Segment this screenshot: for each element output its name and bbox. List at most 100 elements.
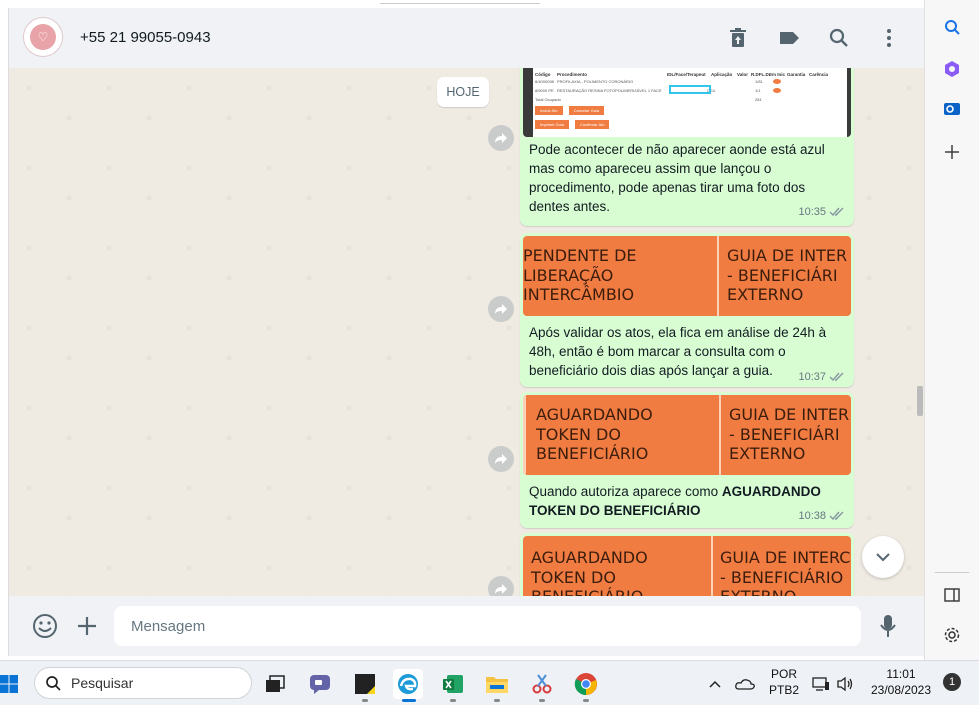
- clock[interactable]: 11:01 23/08/2023: [862, 667, 940, 697]
- avatar-logo-icon: ♡: [30, 24, 56, 50]
- status-dot: [773, 88, 781, 93]
- browser-tab-edge: [380, 0, 540, 4]
- chat-area[interactable]: HOJE Código Procedimento IDL/Face/Terape…: [8, 68, 924, 596]
- message-input[interactable]: Mensagem: [114, 606, 861, 646]
- windows-start-icon[interactable]: [0, 669, 24, 699]
- table-total-row: Total Ocupado 281: [535, 97, 835, 102]
- copilot-icon[interactable]: [941, 58, 963, 80]
- browser-top-strip: [0, 0, 924, 8]
- message-time: 10:38: [798, 510, 826, 522]
- message-image[interactable]: Código Procedimento IDL/Face/Terapeut Ap…: [523, 68, 851, 137]
- running-indicator: [583, 699, 589, 702]
- screenshot-buttons: Incluir Ato Cancelar Guia: [535, 106, 605, 115]
- message-caption: Após validar os atos, ela fica em anális…: [529, 325, 827, 378]
- table-header-cell: Procedimento: [557, 72, 588, 77]
- search-icon[interactable]: [941, 16, 963, 38]
- label-icon[interactable]: [776, 25, 802, 51]
- screenshot-button: Incluir Ato: [535, 106, 563, 115]
- forward-icon[interactable]: [488, 576, 514, 596]
- forward-icon[interactable]: [488, 125, 514, 151]
- message-caption: Quando autoriza aparece como AGUARDANDO …: [529, 482, 841, 520]
- active-indicator: [402, 699, 416, 702]
- message-image[interactable]: AGUARDANDO TOKEN DO BENEFICIÁRIO GUIA DE…: [523, 536, 851, 596]
- onedrive-icon[interactable]: [730, 669, 760, 699]
- forward-icon[interactable]: [488, 296, 514, 322]
- message-meta: 10:35: [798, 206, 845, 218]
- status-image: AGUARDANDO TOKEN DO BENEFICIÁRIO GUIA DE…: [523, 536, 851, 596]
- edge-icon[interactable]: [393, 669, 423, 699]
- status-column-2: GUIA DE INTER - BENEFICIÁRI EXTERNO: [729, 405, 850, 463]
- chat-header: ♡ +55 21 99055-0943: [8, 8, 924, 68]
- task-view-icon[interactable]: [260, 669, 290, 699]
- language-top: POR: [770, 667, 797, 681]
- search-icon: [46, 676, 61, 691]
- menu-icon[interactable]: [876, 25, 902, 51]
- mic-icon[interactable]: [875, 612, 901, 640]
- screenshot-table-header: Código Procedimento IDL/Face/Terapeut Ap…: [535, 72, 835, 77]
- table-row: 8/4000098 PROFILAXIA - POLIMENTO CORONÁR…: [535, 79, 835, 84]
- taskbar: Pesquisar POR PTB2 11:01 23/08/2023 1: [0, 660, 979, 705]
- status-column-1: PENDENTE DE LIBERAÇÃO INTERCÂMBIO: [523, 246, 637, 304]
- message-bubble[interactable]: AGUARDANDO TOKEN DO BENEFICIÁRIO GUIA DE…: [520, 533, 854, 596]
- day-chip: HOJE: [437, 77, 489, 107]
- message-time: 10:37: [798, 371, 826, 383]
- message-bubble[interactable]: AGUARDANDO TOKEN DO BENEFICIÁRIO GUIA DE…: [520, 392, 854, 528]
- search-icon[interactable]: [826, 25, 852, 51]
- emoji-icon[interactable]: [31, 612, 59, 640]
- clock-time: 11:01: [886, 667, 916, 681]
- snipping-tool-icon[interactable]: [527, 669, 557, 699]
- table-header-cell: Aplicação: [711, 72, 733, 77]
- double-check-icon: [829, 207, 844, 217]
- status-column-1: AGUARDANDO TOKEN DO BENEFICIÁRIO: [531, 548, 648, 596]
- status-image: PENDENTE DE LIBERAÇÃO INTERCÂMBIO GUIA D…: [523, 236, 851, 316]
- excel-icon[interactable]: [438, 669, 468, 699]
- table-cell: 1/81: [755, 79, 763, 84]
- sticky-notes-icon[interactable]: [350, 669, 380, 699]
- table-cell: 1/1: [755, 88, 761, 93]
- table-header-cell: Garantia: [787, 72, 806, 77]
- plus-icon[interactable]: [73, 612, 101, 640]
- chrome-icon[interactable]: [571, 669, 601, 699]
- plus-icon[interactable]: [941, 141, 963, 163]
- highlight-box: [669, 85, 711, 94]
- chevron-down-icon: [876, 553, 890, 562]
- scroll-to-bottom-button[interactable]: [862, 536, 904, 578]
- volume-icon[interactable]: [830, 669, 860, 699]
- message-bubble[interactable]: PENDENTE DE LIBERAÇÃO INTERCÂMBIO GUIA D…: [520, 233, 854, 387]
- double-check-icon: [829, 372, 844, 382]
- status-column-1: AGUARDANDO TOKEN DO BENEFICIÁRIO: [536, 405, 653, 463]
- table-header-cell: Valor: [737, 72, 749, 77]
- status-image: AGUARDANDO TOKEN DO BENEFICIÁRIO GUIA DE…: [523, 395, 851, 475]
- gear-icon[interactable]: [941, 624, 963, 646]
- message-image[interactable]: PENDENTE DE LIBERAÇÃO INTERCÂMBIO GUIA D…: [523, 236, 851, 316]
- split-screen-icon[interactable]: [941, 584, 963, 606]
- table-cell: 8/4000098: [535, 79, 554, 84]
- message-bubble[interactable]: Código Procedimento IDL/Face/Terapeut Ap…: [520, 68, 854, 226]
- clock-date: 23/08/2023: [870, 683, 932, 697]
- screenshot-button: Imprimir Guia: [535, 120, 570, 129]
- table-total-value: 281: [755, 97, 762, 102]
- contact-avatar[interactable]: ♡: [23, 17, 63, 57]
- taskbar-search[interactable]: Pesquisar: [34, 667, 252, 699]
- chevron-up-icon[interactable]: [700, 669, 730, 699]
- forward-icon[interactable]: [488, 446, 514, 472]
- running-indicator: [362, 699, 368, 702]
- teams-chat-icon[interactable]: [305, 669, 335, 699]
- column-divider: [719, 395, 721, 475]
- running-indicator: [450, 699, 456, 702]
- contact-name[interactable]: +55 21 99055-0943: [80, 29, 211, 46]
- message-image[interactable]: AGUARDANDO TOKEN DO BENEFICIÁRIO GUIA DE…: [523, 395, 851, 475]
- message-time: 10:35: [798, 206, 826, 218]
- status-column-2: GUIA DE INTER - BENEFICIÁRI EXTERNO: [727, 246, 848, 304]
- screenshot-button: Confirmar Ato: [575, 120, 610, 129]
- table-cell: CEU: [707, 88, 716, 93]
- scrollbar[interactable]: [917, 386, 923, 416]
- notification-badge[interactable]: 1: [943, 673, 961, 691]
- status-column-2: GUIA DE INTERC - BENEFICIÁRIO EXTERNO: [720, 548, 851, 596]
- table-total-label: Total Ocupado: [535, 97, 561, 102]
- delete-icon[interactable]: [725, 25, 751, 51]
- table-cell: PROFILAXIA - POLIMENTO CORONÁRIO: [557, 79, 634, 84]
- file-explorer-icon[interactable]: [482, 669, 512, 699]
- language-indicator[interactable]: POR PTB2: [766, 667, 802, 697]
- outlook-icon[interactable]: [941, 98, 963, 120]
